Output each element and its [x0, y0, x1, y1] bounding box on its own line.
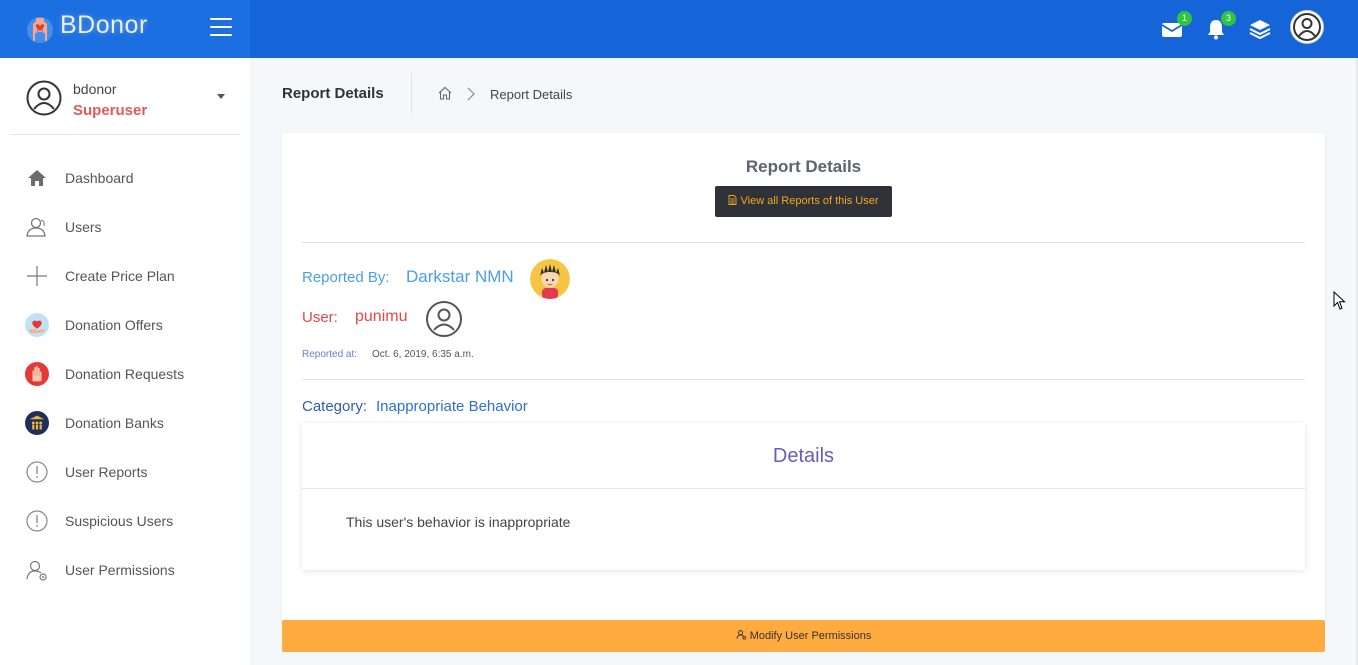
sidebar-item-donation-banks[interactable]: Donation Banks: [0, 403, 250, 443]
bank-people-icon: [25, 411, 49, 435]
profile-avatar-icon: [26, 80, 62, 116]
reported-at-label: Reported at:: [302, 349, 358, 360]
users-icon: [26, 217, 46, 237]
layers-icon: [1249, 20, 1271, 40]
breadcrumb-home-icon[interactable]: [437, 85, 453, 101]
sidebar-profile[interactable]: bdonor Superuser: [10, 58, 240, 135]
sidebar-item-label: User Permissions: [65, 562, 175, 578]
view-all-reports-button[interactable]: View all Reports of this User: [715, 186, 892, 217]
sidebar-item-label: Donation Offers: [65, 317, 163, 333]
user-menu-avatar[interactable]: [1290, 10, 1324, 44]
alert-circle-icon: [26, 461, 48, 483]
page-title: Report Details: [282, 85, 384, 102]
document-icon: [729, 195, 737, 205]
sidebar-item-label: Suspicious Users: [65, 513, 174, 529]
sidebar-item-label: User Reports: [65, 464, 148, 480]
mail-badge: 1: [1177, 11, 1192, 26]
sidebar-item-donation-offers[interactable]: Donation Offers: [0, 305, 250, 345]
notifications-badge: 3: [1221, 11, 1236, 26]
heart-hand-icon: [25, 313, 49, 337]
header-divider: [411, 73, 412, 113]
user-avatar-icon: [1293, 13, 1321, 41]
sidebar-item-suspicious-users[interactable]: Suspicious Users: [0, 501, 250, 541]
layers-button[interactable]: [1248, 17, 1272, 41]
report-card: Report Details View all Reports of this …: [282, 133, 1325, 620]
menu-icon-bar: [210, 34, 232, 36]
brand-name: BDonor: [60, 11, 148, 39]
reporter-avatar[interactable]: [530, 259, 570, 299]
reported-user-avatar-icon[interactable]: [425, 300, 463, 338]
sidebar-item-label: Create Price Plan: [65, 268, 175, 284]
mail-button[interactable]: 1: [1160, 11, 1192, 41]
plus-icon: [27, 266, 47, 286]
user-settings-icon: [736, 630, 746, 640]
sidebar-item-dashboard[interactable]: Dashboard: [0, 158, 250, 198]
sidebar-item-users[interactable]: Users: [0, 207, 250, 247]
sidebar-item-label: Donation Requests: [65, 366, 185, 382]
sidebar-item-label: Users: [65, 219, 102, 235]
home-icon: [28, 170, 46, 186]
sidebar-item-label: Donation Banks: [65, 415, 164, 431]
breadcrumb-current: Report Details: [490, 87, 573, 102]
raised-hand-icon: [25, 362, 49, 386]
sidebar-item-user-permissions[interactable]: User Permissions: [0, 550, 250, 590]
alert-circle-icon: [26, 510, 48, 532]
menu-icon-bar: [210, 18, 232, 20]
category-value: Inappropriate Behavior: [376, 398, 528, 415]
sidebar-item-donation-requests[interactable]: Donation Requests: [0, 354, 250, 394]
caret-down-icon[interactable]: [217, 94, 225, 99]
sidebar-item-user-reports[interactable]: User Reports: [0, 452, 250, 492]
menu-toggle-button[interactable]: [210, 18, 232, 36]
divider: [302, 242, 1305, 243]
reporter-name-link[interactable]: Darkstar NMN: [406, 267, 514, 287]
category-label: Category:: [302, 398, 368, 415]
reported-user-name-link[interactable]: punimu: [355, 308, 407, 326]
sidebar-item-label: Dashboard: [65, 170, 134, 186]
view-all-reports-label: View all Reports of this User: [740, 195, 879, 207]
modify-user-permissions-button[interactable]: Modify User Permissions: [282, 620, 1325, 652]
reported-by-label: Reported By:: [302, 269, 390, 286]
reported-at-value: Oct. 6, 2019, 6:35 a.m.: [372, 349, 474, 360]
sidebar-item-create-price-plan[interactable]: Create Price Plan: [0, 256, 250, 296]
chevron-right-icon: [467, 87, 475, 101]
user-settings-icon: [26, 560, 47, 581]
divider: [302, 379, 1305, 380]
sidebar: bdonor Superuser Dashboard Users Create …: [0, 58, 250, 665]
profile-role: Superuser: [73, 102, 148, 119]
divider: [302, 488, 1305, 489]
notifications-button[interactable]: 3: [1204, 11, 1236, 41]
top-navbar: BDonor 1 3: [0, 0, 1358, 58]
user-label: User:: [302, 309, 338, 326]
logo-hands-icon: [27, 17, 53, 43]
menu-icon-bar: [210, 26, 232, 28]
details-text: This user's behavior is inappropriate: [346, 514, 571, 530]
details-title: Details: [772, 445, 835, 467]
details-panel: Details This user's behavior is inapprop…: [302, 423, 1305, 570]
report-card-title: Report Details: [745, 157, 862, 176]
modify-user-permissions-label: Modify User Permissions: [749, 630, 872, 642]
mouse-cursor-icon: [1333, 291, 1346, 310]
profile-username: bdonor: [73, 81, 117, 97]
